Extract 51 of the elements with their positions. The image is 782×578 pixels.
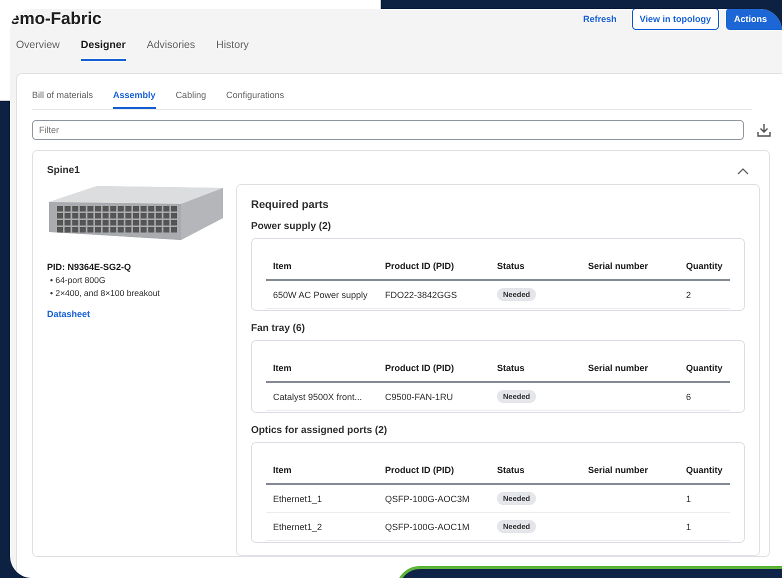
table-cell: QSFP-100G-AOC1M (378, 513, 490, 541)
chevron-up-icon[interactable] (737, 166, 749, 174)
tab[interactable]: Advisories (146, 39, 196, 61)
feature-item: • 64-port 800G (50, 274, 106, 287)
column-header: Item (266, 453, 378, 485)
table-cell: 6 (679, 383, 730, 411)
column-header: Status (490, 351, 581, 383)
section-title: Optics for assigned ports (2) (251, 425, 388, 436)
column-header: Product ID (PID) (378, 453, 490, 485)
table-cell: FDO22-3842GGS (378, 281, 490, 309)
tab[interactable]: Cabling (176, 90, 206, 109)
column-header: Item (266, 249, 378, 281)
column-header: Quantity (679, 249, 730, 281)
datasheet-link[interactable]: Datasheet (47, 309, 90, 319)
tab[interactable]: Bill of materials (32, 90, 94, 109)
column-header: Product ID (PID) (378, 351, 490, 383)
tab[interactable]: History (216, 39, 249, 61)
section-title: Power supply (2) (251, 221, 332, 232)
column-header: Serial number (581, 351, 679, 383)
download-icon[interactable] (757, 123, 771, 137)
device-name: Spine1 (47, 165, 80, 176)
table-cell: Ethernet1_2 (266, 513, 378, 541)
section-heading: Required parts (251, 199, 330, 211)
table-cell: Ethernet1_1 (266, 485, 378, 513)
column-header: Status (490, 453, 581, 485)
column-header: Quantity (679, 351, 730, 383)
column-header: Serial number (581, 249, 679, 281)
column-header: Serial number (581, 453, 679, 485)
table-cell: C9500-FAN-1RU (378, 383, 490, 411)
table-cell: 2 (679, 281, 730, 309)
section-title: Fan tray (6) (251, 323, 306, 334)
tab[interactable]: Overview (16, 39, 60, 61)
action-button[interactable]: View in topology (632, 9, 719, 30)
table-cell: 650W AC Power supply (266, 281, 378, 309)
tab[interactable]: Designer (80, 39, 126, 61)
tab[interactable]: Configurations (226, 90, 284, 109)
action-button[interactable]: Actions (726, 9, 782, 30)
feature-item: • 2×400, and 8×100 breakout (50, 287, 160, 300)
page-title: emo-Fabric (10, 9, 103, 29)
column-header: Product ID (PID) (378, 249, 490, 281)
refresh-link[interactable]: Refresh (575, 9, 625, 30)
filter-field[interactable]: Filter (32, 120, 744, 140)
column-header: Quantity (679, 453, 730, 485)
tab[interactable]: Assembly (113, 90, 156, 109)
table-cell: QSFP-100G-AOC3M (378, 485, 490, 513)
table-cell: 1 (679, 513, 730, 541)
part-number: PID: N9364E-SG2-Q (47, 262, 132, 272)
column-header: Item (266, 351, 378, 383)
table-cell: 1 (679, 485, 730, 513)
column-header: Status (490, 249, 581, 281)
table-cell: Catalyst 9500X front... (266, 383, 378, 411)
